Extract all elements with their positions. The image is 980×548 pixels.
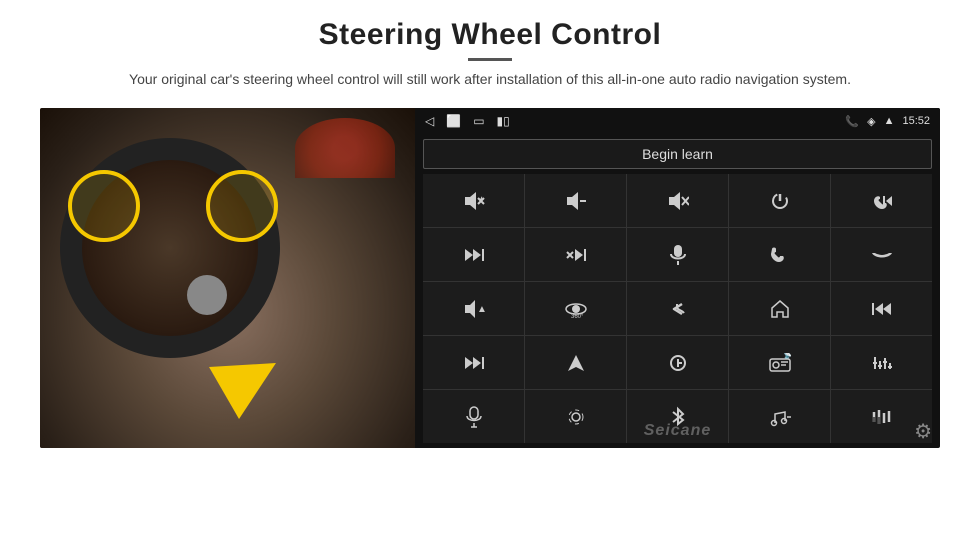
- location-icon: ◈: [867, 115, 875, 128]
- svg-text:+: +: [479, 194, 484, 204]
- status-right: 📞 ◈ ▲ 15:52: [845, 115, 930, 128]
- wifi-icon: ▲: [884, 115, 895, 127]
- radio-button[interactable]: 📡: [729, 336, 830, 389]
- mute-button[interactable]: [627, 174, 728, 227]
- hang-up-button[interactable]: [831, 228, 932, 281]
- mic-button[interactable]: [627, 228, 728, 281]
- car-image-panel: [40, 108, 415, 448]
- home-button[interactable]: [729, 282, 830, 335]
- navigate-button[interactable]: [525, 336, 626, 389]
- back-nav-icon[interactable]: ◁: [425, 114, 434, 128]
- vol-down-button[interactable]: [525, 174, 626, 227]
- prev-track-button[interactable]: [831, 282, 932, 335]
- battery-icon: ▮▯: [497, 114, 510, 128]
- phone-prev-button[interactable]: [831, 174, 932, 227]
- page-wrapper: Steering Wheel Control Your original car…: [0, 0, 980, 548]
- microphone2-button[interactable]: [423, 390, 524, 443]
- control-grid: +: [423, 174, 932, 443]
- music-settings-button[interactable]: [729, 390, 830, 443]
- speaker-button[interactable]: ▲: [423, 282, 524, 335]
- phone-status-icon: 📞: [845, 115, 859, 128]
- power-button[interactable]: [729, 174, 830, 227]
- fast-forward-button[interactable]: [423, 336, 524, 389]
- gauge-hint: [295, 118, 395, 178]
- title-divider: [468, 58, 512, 61]
- begin-learn-button[interactable]: Begin learn: [423, 139, 932, 169]
- call-button[interactable]: [729, 228, 830, 281]
- time-display: 15:52: [902, 115, 930, 127]
- status-bar: ◁ ⬜ ▭ ▮▯ 📞 ◈ ▲ 15:52: [415, 108, 940, 134]
- eq-button[interactable]: [831, 336, 932, 389]
- next-track-button[interactable]: [423, 228, 524, 281]
- begin-learn-row: Begin learn: [415, 134, 940, 174]
- steering-wheel-center: [187, 275, 227, 315]
- svg-text:📡: 📡: [783, 353, 791, 359]
- gear-settings-icon[interactable]: ⚙: [914, 419, 932, 444]
- vol-up-button[interactable]: +: [423, 174, 524, 227]
- android-panel: ◁ ⬜ ▭ ▮▯ 📞 ◈ ▲ 15:52 Begin learn: [415, 108, 940, 448]
- 360-cam-button[interactable]: 360°: [525, 282, 626, 335]
- settings2-button[interactable]: [525, 390, 626, 443]
- recents-nav-icon[interactable]: ▭: [473, 114, 484, 128]
- svg-text:▲: ▲: [477, 304, 485, 315]
- page-title: Steering Wheel Control: [129, 18, 851, 52]
- back-button[interactable]: [627, 282, 728, 335]
- home-nav-icon[interactable]: ⬜: [446, 114, 461, 128]
- bluetooth-button[interactable]: [627, 390, 728, 443]
- title-section: Steering Wheel Control Your original car…: [129, 18, 851, 102]
- svg-text:360°: 360°: [571, 314, 584, 319]
- skip-button[interactable]: [525, 228, 626, 281]
- status-left: ◁ ⬜ ▭ ▮▯: [425, 114, 510, 128]
- source-button[interactable]: [627, 336, 728, 389]
- content-area: ◁ ⬜ ▭ ▮▯ 📞 ◈ ▲ 15:52 Begin learn: [40, 108, 940, 448]
- subtitle: Your original car's steering wheel contr…: [129, 69, 851, 90]
- highlight-circle-left: [68, 170, 140, 242]
- highlight-circle-right: [206, 170, 278, 242]
